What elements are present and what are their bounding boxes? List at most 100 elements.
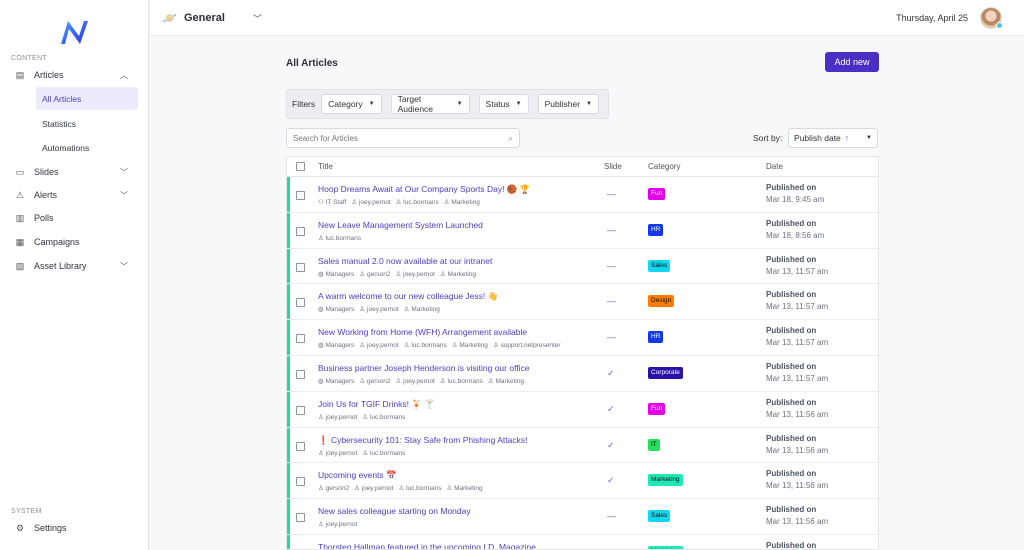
table-row[interactable]: New Leave Management System Launched ♙ lu…	[287, 212, 878, 249]
sidebar-item-all-articles[interactable]: All Articles	[36, 87, 138, 110]
search-input[interactable]	[287, 129, 487, 147]
filter-category[interactable]: Category ▼	[321, 94, 382, 114]
article-title-link[interactable]: Upcoming events 📅	[318, 470, 397, 481]
row-checkbox[interactable]	[296, 298, 305, 308]
row-checkbox[interactable]	[296, 334, 305, 344]
status-indicator	[287, 499, 290, 534]
header-category[interactable]: Category	[648, 162, 680, 171]
audience-tag: ◍ Managers	[318, 342, 355, 350]
article-title-link[interactable]: Business partner Joseph Henderson is vis…	[318, 363, 530, 373]
audience-tag: ♙ Marketing	[446, 485, 483, 493]
table-body: Hoop Dreams Await at Our Company Sports …	[287, 177, 878, 549]
add-new-button[interactable]: Add new	[825, 52, 879, 72]
published-date: Mar 13, 11:57 am	[766, 302, 829, 312]
article-title-link[interactable]: Sales manual 2.0 now available at our in…	[318, 256, 492, 266]
section-label-content: CONTENT	[11, 55, 47, 62]
row-checkbox[interactable]	[296, 191, 305, 200]
header-slide[interactable]: Slide	[604, 162, 622, 171]
sidebar-item-alerts[interactable]: ⚠ Alerts ﹀	[12, 184, 138, 206]
published-label: Published on	[766, 326, 817, 336]
planet-icon: 🪐	[162, 11, 177, 25]
category-badge: Design	[648, 295, 675, 308]
caret-down-icon: ▼	[368, 101, 375, 107]
row-checkbox[interactable]	[296, 369, 305, 379]
sidebar-item-polls[interactable]: ▥ Polls	[12, 207, 138, 229]
article-title-link[interactable]: ❗ Cybersecurity 101: Stay Safe from Phis…	[318, 435, 527, 446]
sidebar-item-label: Polls	[34, 213, 54, 223]
row-checkbox[interactable]	[296, 513, 305, 523]
table-header: Title Slide Category Date	[287, 157, 878, 177]
caret-down-icon: ▼	[456, 101, 463, 107]
header-title[interactable]: Title	[318, 162, 333, 171]
published-label: Published on	[766, 505, 817, 515]
published-date: Mar 13, 11:56 am	[766, 409, 829, 419]
audience-tag: ♙ Marketing	[487, 377, 525, 385]
table-row[interactable]: ❗ Cybersecurity 101: Stay Safe from Phis…	[287, 427, 878, 464]
status-indicator	[287, 320, 290, 355]
sidebar-item-asset-library[interactable]: ▨ Asset Library ﹀	[12, 255, 138, 277]
sidebar-item-statistics[interactable]: Statistics	[36, 112, 138, 135]
sidebar-item-campaigns[interactable]: ▦ Campaigns	[12, 231, 138, 253]
sidebar-item-articles[interactable]: ▤ Articles ︿	[12, 64, 138, 86]
header-date[interactable]: Date	[766, 162, 783, 171]
article-title-link[interactable]: Join Us for TGIF Drinks! 🍹 🍸	[318, 399, 435, 410]
table-row[interactable]: Join Us for TGIF Drinks! 🍹 🍸 ♙ joey.perno…	[287, 391, 878, 428]
audience-tag: ♙ joey.pernot	[318, 521, 358, 529]
table-row[interactable]: New Working from Home (WFH) Arrangement …	[287, 320, 878, 356]
audience-list: ◍ Managers ♙ gerson2 ♙ joey.pernot ♙ luc.bo…	[318, 377, 529, 385]
filter-target-audience[interactable]: Target Audience ▼	[390, 94, 470, 114]
audience-list: ⚇ IT Staff ♙ joey.pernot ♙ luc.bormans ♙ Ma…	[318, 198, 485, 206]
sidebar: CONTENT ▤ Articles ︿ All Articles Statis…	[0, 0, 149, 550]
slide-indicator: ✓	[607, 475, 615, 486]
published-date: Mar 13, 11:56 am	[766, 517, 829, 527]
row-checkbox[interactable]	[296, 405, 305, 415]
sidebar-item-settings[interactable]: ⚙ Settings	[12, 517, 138, 539]
table-row[interactable]: Sales manual 2.0 now available at our in…	[287, 248, 878, 285]
row-checkbox[interactable]	[296, 441, 305, 451]
article-title-link[interactable]: Thorsten Hallman featured in the upcomin…	[318, 542, 536, 549]
article-title-link[interactable]: New sales colleague starting on Monday	[318, 506, 471, 516]
audience-tag: ♙ luc.bormans	[362, 449, 406, 457]
avatar[interactable]	[980, 7, 1003, 29]
filter-publisher[interactable]: Publisher ▼	[537, 94, 599, 114]
sidebar-item-label: Slides	[34, 167, 59, 177]
sidebar-item-slides[interactable]: ▭ Slides ﹀	[12, 161, 138, 183]
slide-indicator: —	[607, 332, 616, 343]
table-row[interactable]: New sales colleague starting on Monday ♙ …	[287, 499, 878, 535]
table-row[interactable]: A warm welcome to our new colleague Jess…	[287, 284, 878, 321]
sort-label: Sort by:	[753, 133, 783, 143]
sort-select[interactable]: Publish date ↑ ▼	[788, 128, 878, 148]
published-label: Published on	[766, 433, 817, 443]
audience-tag: ⚇ IT Staff	[318, 199, 347, 206]
select-all-checkbox[interactable]	[296, 162, 305, 171]
published-date: Mar 13, 11:56 am	[766, 481, 829, 491]
workspace-selector[interactable]: 🪐 General ﹀	[162, 11, 262, 25]
arrow-up-icon: ↑	[844, 133, 850, 143]
slide-indicator: ✓	[607, 367, 615, 378]
slide-indicator: —	[607, 260, 616, 271]
category-badge: Sales	[648, 510, 671, 523]
sidebar-item-automations[interactable]: Automations	[36, 136, 138, 159]
article-title-link[interactable]: New Working from Home (WFH) Arrangement …	[318, 327, 527, 337]
table-row[interactable]: Hoop Dreams Await at Our Company Sports …	[287, 177, 878, 213]
table-row[interactable]: Business partner Joseph Henderson is vis…	[287, 355, 878, 392]
article-title-link[interactable]: New Leave Management System Launched	[318, 220, 483, 230]
article-title-link[interactable]: A warm welcome to our new colleague Jess…	[318, 291, 498, 302]
slide-indicator: ✓	[607, 439, 615, 450]
topbar: 🪐 General ﹀ Thursday, April 25	[150, 0, 1024, 36]
category-badge: HR	[648, 223, 664, 236]
table-row[interactable]: Thorsten Hallman featured in the upcomin…	[287, 534, 878, 549]
published-date: Mar 18, 9:45 am	[766, 195, 825, 204]
sidebar-item-label: Articles	[34, 70, 64, 80]
filter-status[interactable]: Status ▼	[478, 94, 529, 114]
row-checkbox[interactable]	[296, 477, 305, 487]
app-logo	[61, 21, 88, 44]
chevron-down-icon: ﹀	[120, 261, 128, 271]
audience-tag: ♙ Marketing	[451, 342, 488, 350]
table-row[interactable]: Upcoming events 📅 ♙ gerson2 ♙ joey.pernot ♙…	[287, 463, 878, 500]
row-checkbox[interactable]	[296, 262, 305, 272]
article-title-link[interactable]: Hoop Dreams Await at Our Company Sports …	[318, 184, 530, 195]
published-label: Published on	[766, 469, 817, 479]
caret-down-icon: ▼	[515, 101, 522, 107]
row-checkbox[interactable]	[296, 226, 305, 236]
